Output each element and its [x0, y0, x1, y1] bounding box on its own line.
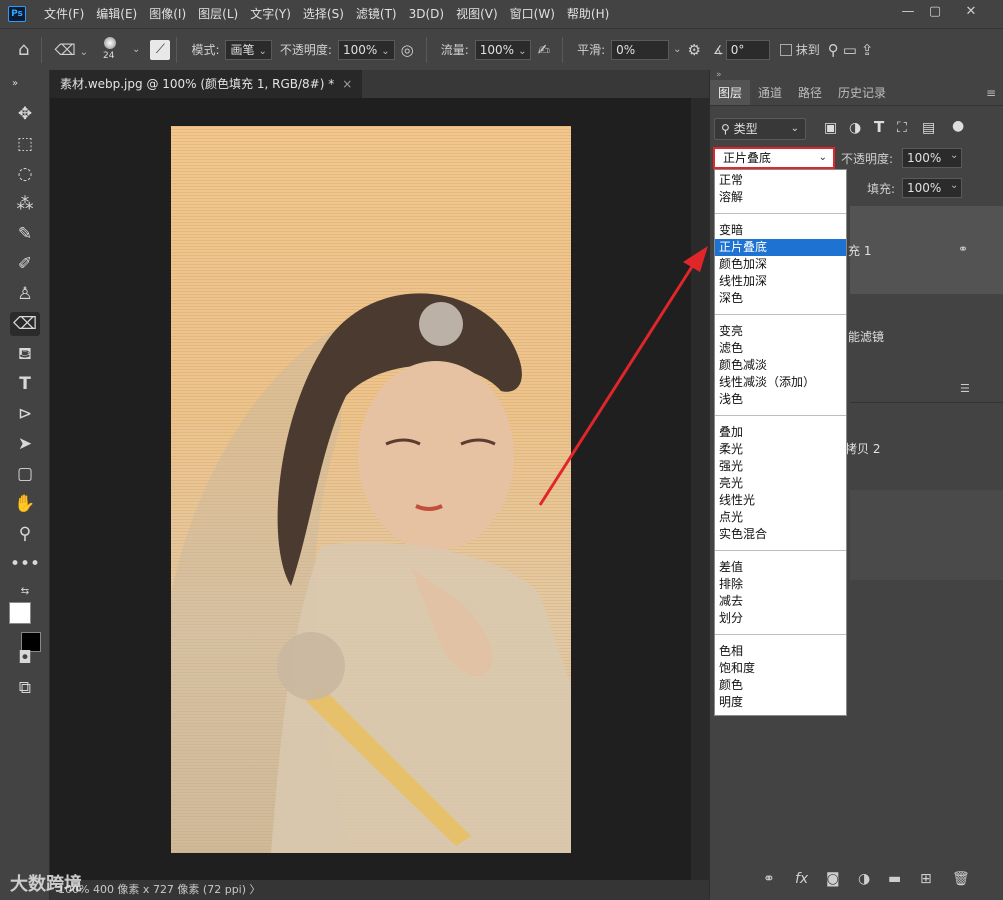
- watermark: 大数跨境: [10, 874, 82, 895]
- arrow-head: [683, 246, 708, 272]
- arrow-line: [538, 261, 697, 506]
- photoshop-window: Ps 文件(F) 编辑(E) 图像(I) 图层(L) 文字(Y) 选择(S) 滤…: [0, 0, 1003, 900]
- annotation-arrow: [538, 246, 708, 506]
